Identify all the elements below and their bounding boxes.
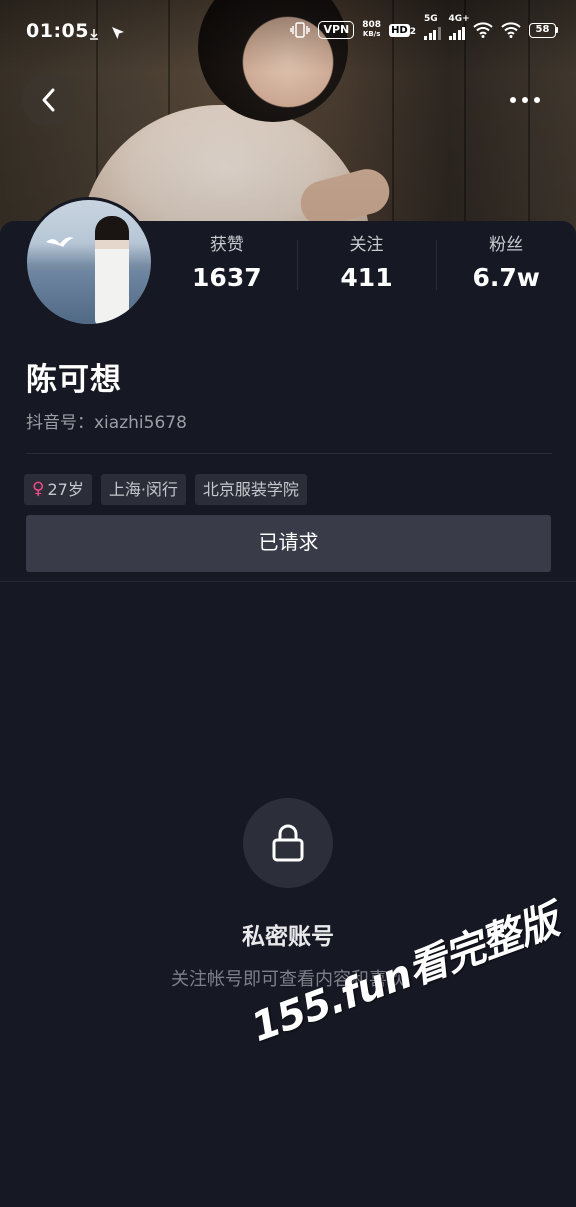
net-speed: 808 KB/s [362,20,382,39]
wifi-icon [473,22,493,38]
avatar[interactable] [24,197,154,327]
signal-4g: 4G+ [448,14,470,40]
section-separator [0,581,576,582]
signal-icon [424,26,441,40]
more-dots-icon [510,97,540,103]
signal-5g: 5G [424,14,441,40]
profile-tags: ♀ 27岁 上海·闵行 北京服装学院 [24,474,307,505]
requested-button[interactable]: 已请求 [26,515,551,572]
hd-badge: HD 2 [389,23,416,37]
back-arrow-icon [42,88,55,112]
lock-badge [243,798,333,888]
vibrate-icon [290,22,311,38]
status-time: 01:05 [26,20,89,42]
wifi-icon [501,22,521,38]
stat-following[interactable]: 关注 411 [296,232,437,296]
vpn-badge: VPN [318,21,355,39]
stat-followers[interactable]: 粉丝 6.7w [436,232,576,296]
signal-icon [448,26,465,40]
stats-row: 获赞 1637 关注 411 粉丝 6.7w [157,232,576,296]
douyin-id[interactable]: 抖音号：xiazhi5678 [26,408,187,433]
divider [26,453,552,454]
more-button[interactable] [498,73,552,127]
battery-icon: 58 [529,22,558,38]
bird-icon [46,237,74,247]
lock-icon [272,824,304,862]
download-icon [90,29,98,40]
location-arrow-icon [112,27,124,39]
stat-likes[interactable]: 获赞 1637 [157,232,297,296]
profile-name: 陈可想 [26,362,122,398]
tag-age: ♀ 27岁 [24,474,92,505]
female-icon: ♀ [32,479,45,499]
tag-location: 上海·闵行 [100,474,186,505]
status-bar: 01:05 VPN 808 KB/s HD 2 5G 4G+ 58 [0,0,576,64]
back-button[interactable] [22,73,76,127]
tag-school: 北京服装学院 [194,474,307,505]
